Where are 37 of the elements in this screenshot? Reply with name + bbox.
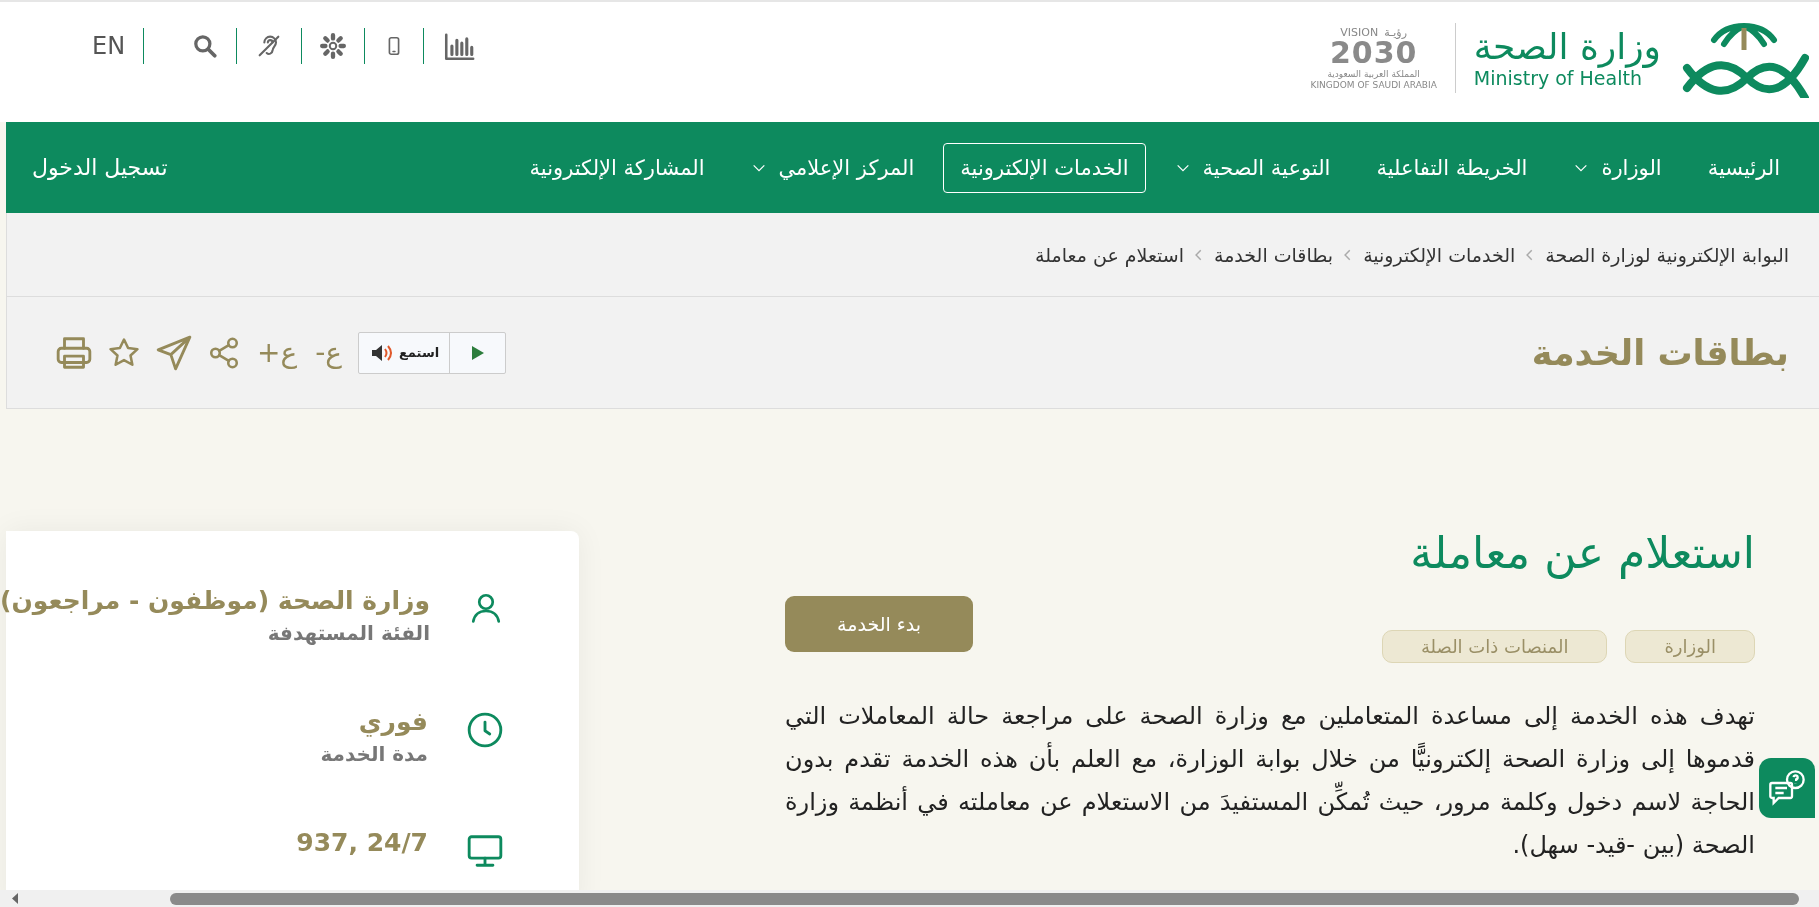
clock-icon (466, 711, 504, 749)
chat-bubble-icon (1767, 768, 1807, 808)
breadcrumb-link[interactable]: الخدمات الإلكترونية (1363, 243, 1516, 266)
nav-tab[interactable]: الوزارة (1556, 142, 1679, 193)
breadcrumb-current-page: استعلام عن معاملة (1035, 243, 1184, 266)
send-icon[interactable] (155, 333, 193, 372)
horizontal-scrollbar[interactable] (0, 890, 1819, 907)
play-icon (470, 344, 485, 361)
nav-tab[interactable]: الخدمات الإلكترونية (943, 142, 1146, 193)
font-size-button[interactable]: ع+ (255, 336, 300, 369)
font-size-button[interactable]: ع- (313, 336, 344, 369)
info-label: مدة الخدمة (320, 742, 428, 766)
nav-tab[interactable]: الخريطة التفاعلية (1359, 142, 1545, 193)
nav-tab[interactable]: المركز الإعلامي (733, 142, 932, 193)
scroll-left-icon[interactable] (10, 892, 20, 905)
monitor-icon (466, 832, 504, 870)
language-link[interactable]: EN (92, 32, 126, 60)
page-title: بطاقات الخدمة (1531, 332, 1789, 373)
info-value: 24/7 ,937 (296, 828, 428, 857)
breadcrumb-link[interactable]: البوابة الإلكترونية لوزارة الصحة (1545, 243, 1789, 266)
breadcrumb-link[interactable]: بطاقات الخدمة (1214, 243, 1334, 266)
nav-tab[interactable]: الرئيسية (1690, 142, 1797, 193)
share-icon[interactable] (207, 335, 241, 370)
search-icon[interactable] (192, 33, 219, 59)
speaker-icon (369, 342, 393, 363)
info-value: فوري (357, 707, 428, 736)
login-link[interactable]: تسجيل الدخول (26, 154, 174, 181)
start-service-button[interactable]: بدء الخدمة (785, 596, 973, 652)
nav-tab[interactable]: التوعية الصحية (1157, 142, 1348, 193)
info-label: الفئة المستهدفة (266, 621, 430, 645)
tag-chip[interactable]: المنصات ذات الصلة (1381, 630, 1608, 663)
nav-tab[interactable]: المشاركة الإلكترونية (512, 142, 722, 193)
tag-chip[interactable]: الوزارة (1625, 630, 1755, 663)
chat-button[interactable] (1759, 758, 1815, 818)
service-title: استعلام عن معاملة (1409, 527, 1755, 578)
info-value: وزارة الصحة (موظفون - مراجعون) (0, 586, 430, 615)
service-description: تهدف هذه الخدمة إلى مساعدة المتعاملين مع وزارة الصحة على مراجعة حالة المعاملات التي قدموها إلى وزارة الصحة إلكترونيًّا من خلال بوابة الوزارة، مع العلم بأن هذه الخدمة تقدم بدون الحاجة لاسم دخول وكلمة مرور، حيث تُمكِّن المستفيدَ من الاستعلام عن معاملته في أنظمة وزارة الصحة (بين -قيد- سهل). (785, 701, 1755, 861)
